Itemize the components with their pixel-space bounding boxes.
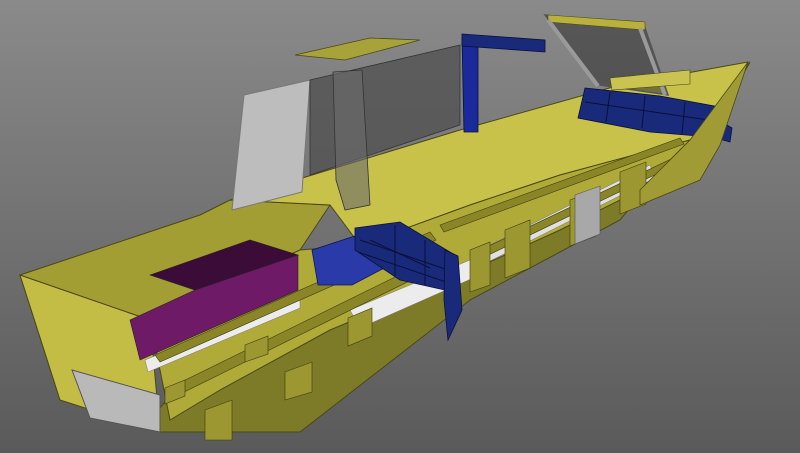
floor-frame-7	[469, 241, 491, 293]
floor-frame-grey	[574, 185, 601, 245]
cabin-window-rear	[231, 79, 311, 211]
floor-frame-4	[504, 219, 531, 279]
mast-post	[461, 37, 479, 133]
3d-viewport[interactable]	[0, 0, 800, 453]
